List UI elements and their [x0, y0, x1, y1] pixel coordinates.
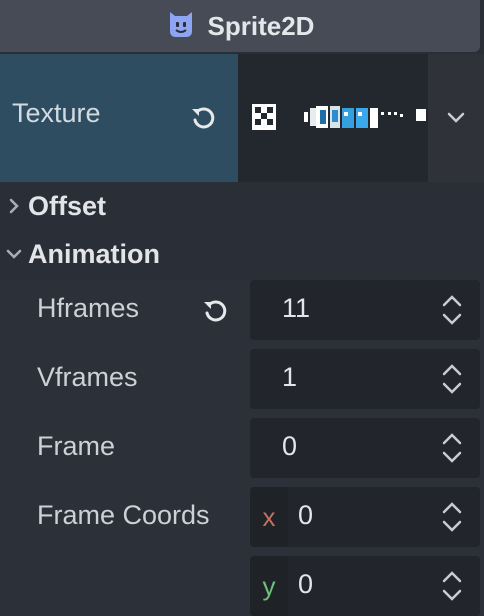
chevron-right-icon	[0, 197, 28, 215]
frame-coords-x-tag: x	[250, 487, 288, 547]
frame-spinbox[interactable]: 0	[250, 418, 480, 478]
texture-menu-button[interactable]	[428, 54, 484, 182]
revert-icon[interactable]	[200, 295, 232, 327]
vframes-spinbox[interactable]: 1	[250, 349, 480, 409]
node-title: Sprite2D	[207, 10, 315, 41]
animation-properties: Hframes 11 Vframes 1 Frame 0 Frame Coord…	[0, 280, 484, 616]
frame-coords-y-tag: y	[250, 556, 288, 616]
frame-value: 0	[282, 431, 298, 461]
vframes-label: Vframes	[37, 362, 138, 392]
sprite-node-icon	[166, 9, 196, 44]
spin-arrows-icon[interactable]	[440, 361, 464, 397]
inspector-node-header[interactable]: Sprite2D	[0, 0, 480, 52]
revert-icon[interactable]	[188, 102, 220, 134]
frame-coords-y-spinbox[interactable]: 0	[288, 556, 480, 616]
texture-property-row: Texture	[0, 54, 484, 182]
section-offset[interactable]: Offset	[0, 182, 484, 230]
texture-preview[interactable]	[238, 54, 428, 182]
texture-thumbnail	[252, 104, 426, 130]
texture-label-area: Texture	[0, 54, 238, 182]
frame-coords-x-spinbox[interactable]: 0	[288, 487, 480, 547]
section-animation-label: Animation	[28, 238, 160, 269]
section-animation[interactable]: Animation	[0, 230, 484, 278]
hframes-value: 11	[282, 293, 311, 323]
frame-label: Frame	[37, 431, 116, 461]
spin-arrows-icon[interactable]	[440, 499, 464, 535]
spin-arrows-icon[interactable]	[440, 568, 464, 604]
spin-arrows-icon[interactable]	[440, 430, 464, 466]
chevron-down-icon	[0, 247, 28, 261]
frame-coords-y-value: 0	[298, 569, 314, 599]
frame-coords-x-value: 0	[298, 500, 314, 530]
frame-coords-label: Frame Coords	[37, 500, 210, 530]
hframes-spinbox[interactable]: 11	[250, 280, 480, 340]
section-offset-label: Offset	[28, 190, 107, 221]
spin-arrows-icon[interactable]	[440, 292, 464, 328]
hframes-label: Hframes	[37, 293, 140, 323]
texture-label: Texture	[12, 98, 101, 128]
vframes-value: 1	[282, 362, 298, 392]
chevron-down-icon	[447, 112, 465, 123]
